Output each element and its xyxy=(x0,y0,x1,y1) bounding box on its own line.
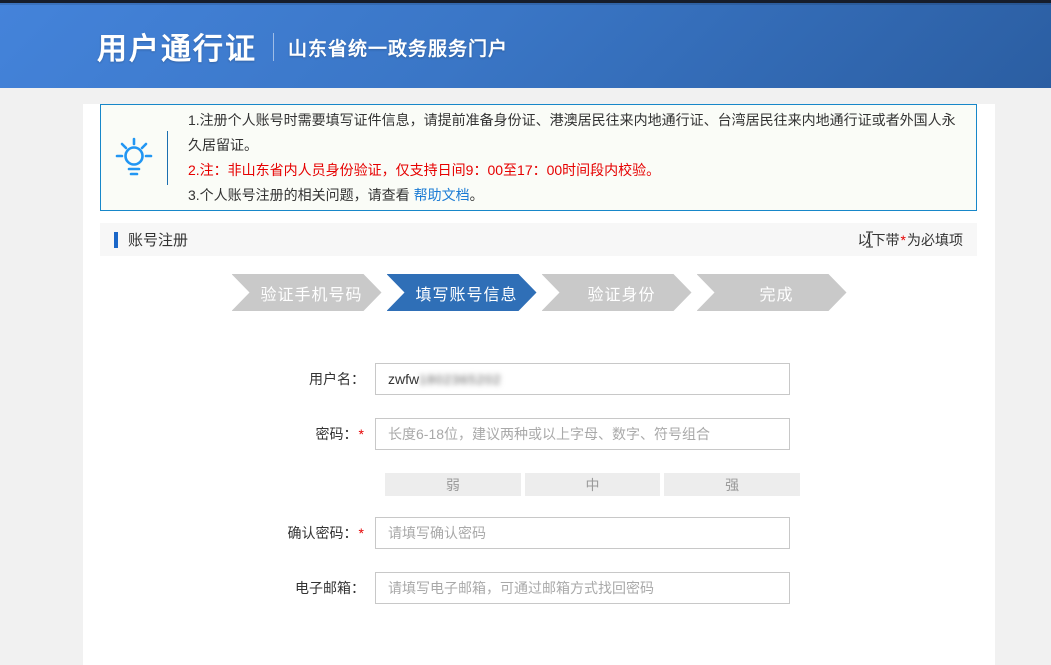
password-label-text: 密码： xyxy=(316,426,358,442)
username-value: zwfw xyxy=(388,371,419,387)
email-row: 电子邮箱： xyxy=(83,572,995,604)
username-row: 用户名： zwfw1802365202 xyxy=(83,363,995,395)
email-input[interactable] xyxy=(375,572,790,604)
notice-box: 1.注册个人账号时需要填写证件信息，请提前准备身份证、港澳居民往来内地通行证、台… xyxy=(100,104,977,211)
portal-subtitle: 山东省统一政务服务门户 xyxy=(288,34,508,61)
lightbulb-icon xyxy=(101,137,167,179)
header-brand: 用户通行证 山东省统一政务服务门户 xyxy=(0,24,508,68)
help-doc-link[interactable]: 帮助文档 xyxy=(414,187,470,203)
main-container: 1.注册个人账号时需要填写证件信息，请提前准备身份证、港澳居民往来内地通行证、台… xyxy=(83,104,995,665)
step-verify-identity: 验证身份 xyxy=(542,274,692,311)
required-hint-prefix: 以下带 xyxy=(858,232,900,248)
password-input[interactable] xyxy=(375,418,790,450)
header-divider xyxy=(273,33,274,61)
step-complete: 完成 xyxy=(697,274,847,311)
password-row: 密码：* xyxy=(83,418,995,450)
confirm-password-input[interactable] xyxy=(375,517,790,549)
registration-form: 用户名： zwfw1802365202 密码：* 弱 中 强 确认密码：* 电子… xyxy=(83,363,995,604)
strength-weak: 弱 xyxy=(385,473,521,496)
strength-strong: 强 xyxy=(664,473,800,496)
step-verify-phone: 验证手机号码 xyxy=(232,274,382,311)
ibeam-text-cursor xyxy=(865,231,874,253)
notice-line-2: 2.注：非山东省内人员身份验证，仅支持日间9：00至17：00时间段内校验。 xyxy=(188,158,956,183)
notice-text: 1.注册个人账号时需要填写证件信息，请提前准备身份证、港澳居民往来内地通行证、台… xyxy=(168,108,976,208)
notice-line-3-text: 3.个人账号注册的相关问题，请查看 xyxy=(188,187,414,203)
notice-line-1: 1.注册个人账号时需要填写证件信息，请提前准备身份证、港澳居民往来内地通行证、台… xyxy=(188,108,956,158)
required-star: * xyxy=(900,232,907,248)
step-fill-account-info: 填写账号信息 xyxy=(387,274,537,311)
password-label: 密码：* xyxy=(83,424,375,444)
section-accent-bar xyxy=(114,232,118,248)
confirm-password-label: 确认密码：* xyxy=(83,523,375,543)
page-title: 用户通行证 xyxy=(97,24,257,68)
password-strength-meter: 弱 中 强 xyxy=(385,473,800,496)
email-label: 电子邮箱： xyxy=(83,578,375,598)
username-value-redacted: 1802365202 xyxy=(419,372,501,387)
required-hint-suffix: 为必填项 xyxy=(907,232,963,248)
username-field[interactable]: zwfw1802365202 xyxy=(375,363,790,395)
confirm-password-row: 确认密码：* xyxy=(83,517,995,549)
confirm-required-star: * xyxy=(358,525,365,541)
notice-line-3-period: 。 xyxy=(470,187,484,203)
notice-line-3: 3.个人账号注册的相关问题，请查看 帮助文档。 xyxy=(188,183,956,208)
section-title: 账号注册 xyxy=(128,229,188,250)
page-header: 用户通行证 山东省统一政务服务门户 xyxy=(0,0,1051,88)
strength-medium: 中 xyxy=(525,473,661,496)
username-label: 用户名： xyxy=(83,369,375,389)
registration-step-wizard: 验证手机号码 填写账号信息 验证身份 完成 xyxy=(232,274,847,311)
confirm-password-label-text: 确认密码： xyxy=(288,525,358,541)
section-header: 账号注册 以下带*为必填项 xyxy=(100,223,977,256)
password-required-star: * xyxy=(358,426,365,442)
